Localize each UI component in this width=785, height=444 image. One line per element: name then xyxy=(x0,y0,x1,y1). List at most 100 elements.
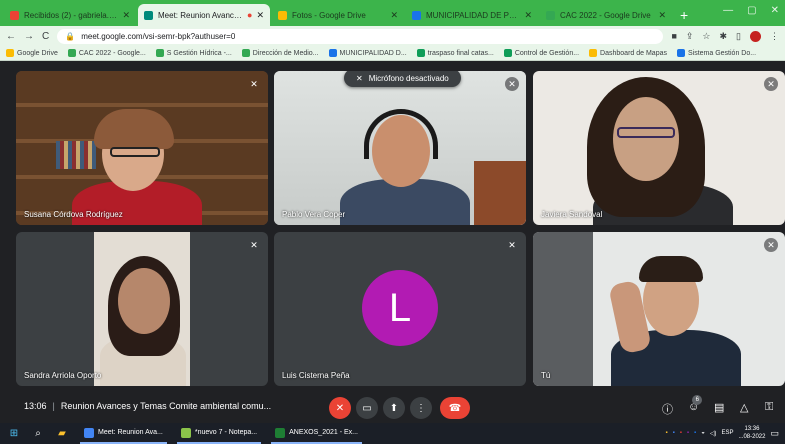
camera-toggle-button[interactable]: ▭ xyxy=(356,397,378,419)
minimize-icon[interactable]: — xyxy=(723,5,733,16)
bookmark-item[interactable]: Control de Gestión... xyxy=(503,49,580,57)
site-favicon-icon xyxy=(412,10,421,20)
gmail-favicon-icon xyxy=(10,10,19,20)
bookmark-item[interactable]: MUNICIPALIDAD D... xyxy=(328,49,407,57)
browser-tab-gmail[interactable]: Recibidos (2) - gabriela.ruiz@g... ✕ xyxy=(4,4,136,26)
present-screen-button[interactable]: ⬆ xyxy=(383,397,405,419)
bookmark-star-icon[interactable]: ☆ xyxy=(702,31,710,42)
participant-tile[interactable]: L ✕ Luis Cisterna Peña xyxy=(274,232,526,386)
close-tab-icon[interactable]: ✕ xyxy=(390,10,398,21)
windows-taskbar: ⊞ ⌕ ▰ Meet: Reunion Ava... *nuevo 7 - No… xyxy=(0,423,785,444)
notifications-icon[interactable]: ▭ xyxy=(770,428,779,439)
bookmark-item[interactable]: Dashboard de Mapas xyxy=(589,49,667,57)
reload-icon[interactable]: C xyxy=(42,31,49,42)
browser-tab-municipalidad[interactable]: MUNICIPALIDAD DE PEÑALOLÉN ✕ xyxy=(406,4,538,26)
host-controls-icon[interactable]: ⚿ xyxy=(765,401,773,414)
participant-name: Pablo Vera Coper xyxy=(282,210,346,219)
language-indicator[interactable]: ESP xyxy=(721,430,733,436)
participant-name: Luis Cisterna Peña xyxy=(282,371,350,380)
mic-muted-icon: ✕ xyxy=(764,77,778,91)
bookmark-label: Dirección de Medio... xyxy=(252,49,319,57)
participant-tile[interactable]: ✕ Javiera Sandoval xyxy=(533,71,785,225)
office-background xyxy=(533,232,593,386)
close-tab-icon[interactable]: ✕ xyxy=(122,10,130,21)
drive-favicon-icon xyxy=(278,10,287,20)
taskbar-app-label: *nuevo 7 - Notepa... xyxy=(194,429,258,436)
leave-call-button[interactable]: ☎ xyxy=(440,397,470,419)
self-video-tile[interactable]: ✕ Tú xyxy=(533,232,785,386)
close-tab-icon[interactable]: ✕ xyxy=(658,10,666,21)
search-icon[interactable]: ⌕ xyxy=(32,428,44,440)
participant-face xyxy=(613,97,679,181)
participant-tile[interactable]: ✕ Micrófono desactivado ✕ Pablo Vera Cop… xyxy=(274,71,526,225)
close-tab-icon[interactable]: ✕ xyxy=(256,10,264,21)
meeting-title[interactable]: Reunion Avances y Temas Comite ambiental… xyxy=(61,401,271,411)
meeting-details-icon[interactable]: ⓘ xyxy=(662,401,673,417)
bookmark-item[interactable]: Google Drive xyxy=(6,49,58,57)
chrome-icon xyxy=(84,427,94,438)
taskbar-app-notepad[interactable]: *nuevo 7 - Notepa... xyxy=(176,423,262,444)
site-icon xyxy=(328,49,337,57)
tray-app-icon[interactable]: ▪ xyxy=(687,430,689,436)
bookmark-item[interactable]: CAC 2022 - Google... xyxy=(67,49,146,57)
mic-off-icon: ✕ xyxy=(356,73,363,83)
drive-icon xyxy=(155,49,164,57)
tray-app-icon[interactable]: ▪ xyxy=(680,430,682,436)
maximize-icon[interactable]: ▢ xyxy=(747,5,756,16)
extensions-icon[interactable]: ✱ xyxy=(720,31,728,42)
tab-title: CAC 2022 - Google Drive xyxy=(560,10,651,20)
browser-tab-meet[interactable]: Meet: Reunion Avances y Te ● ✕ xyxy=(138,4,270,26)
bookmark-label: S Gestión Hídrica -... xyxy=(166,49,232,57)
books-decor xyxy=(56,141,96,169)
participant-tile[interactable]: ✕ Susana Córdova Rodríguez xyxy=(16,71,268,225)
meet-favicon-icon xyxy=(144,10,153,20)
participant-avatar: L xyxy=(362,270,438,346)
browser-toolbar: ← → C 🔒 meet.google.com/vsi-semr-bpk?aut… xyxy=(0,26,785,46)
browser-tab-cac-drive[interactable]: CAC 2022 - Google Drive ✕ xyxy=(540,4,672,26)
avatar-initial: L xyxy=(388,285,412,330)
forward-icon[interactable]: → xyxy=(24,31,34,42)
mic-muted-icon: ✕ xyxy=(250,79,258,89)
back-icon[interactable]: ← xyxy=(6,31,16,42)
bookmark-label: Control de Gestión... xyxy=(514,49,580,57)
bookmark-item[interactable]: Dirección de Medio... xyxy=(241,49,319,57)
profile-avatar[interactable] xyxy=(750,30,761,42)
sidepanel-icon[interactable]: ▯ xyxy=(736,31,741,42)
drive-icon xyxy=(241,49,250,57)
participant-name: Sandra Arriola Oporto xyxy=(24,371,102,380)
tray-app-icon[interactable]: ▪ xyxy=(694,430,696,436)
system-tray: ▪ ▪ ▪ ▪ ▪ ◒ ◁) ESP 13:36 ...08-2022 ▭ xyxy=(665,425,779,441)
new-tab-button[interactable]: + xyxy=(680,4,688,26)
address-bar[interactable]: 🔒 meet.google.com/vsi-semr-bpk?authuser=… xyxy=(57,28,664,44)
taskbar-app-chrome[interactable]: Meet: Reunion Ava... xyxy=(80,423,167,444)
camera-permission-icon[interactable]: ■ xyxy=(671,31,676,42)
participant-tile[interactable]: ✕ Sandra Arriola Oporto xyxy=(16,232,268,386)
clock-time: 13:36 xyxy=(744,426,760,432)
mic-toggle-button[interactable]: ✕ xyxy=(329,397,351,419)
system-clock[interactable]: 13:36 ...08-2022 xyxy=(738,425,765,441)
bookmark-item[interactable]: S Gestión Hídrica -... xyxy=(155,49,232,57)
activities-icon[interactable]: △ xyxy=(740,401,748,414)
more-options-button[interactable]: ⋮ xyxy=(410,397,432,419)
tray-app-icon[interactable]: ▪ xyxy=(673,430,675,436)
close-window-icon[interactable]: ✕ xyxy=(771,5,779,16)
chat-icon[interactable]: ▤ xyxy=(714,401,724,414)
window-controls: — ▢ ✕ xyxy=(723,5,779,16)
file-explorer-icon[interactable]: ▰ xyxy=(56,428,68,440)
lock-icon: 🔒 xyxy=(65,31,76,41)
bookmark-item[interactable]: Sistema Gestión Do... xyxy=(676,49,756,57)
people-button[interactable]: ☺ 6 xyxy=(688,395,703,413)
volume-icon[interactable]: ◁) xyxy=(710,430,717,437)
bookmark-item[interactable]: traspaso final catas... xyxy=(416,49,494,57)
share-icon[interactable]: ⇪ xyxy=(686,31,694,42)
meeting-info: 13:06 | Reunion Avances y Temas Comite amb… xyxy=(24,401,271,411)
menu-kebab-icon[interactable]: ⋮ xyxy=(770,31,779,42)
taskbar-app-excel[interactable]: ANEXOS_2021 - Ex... xyxy=(271,423,362,444)
browser-tab-drive-photos[interactable]: Fotos - Google Drive ✕ xyxy=(272,4,404,26)
network-icon[interactable]: ◒ xyxy=(701,430,705,436)
close-tab-icon[interactable]: ✕ xyxy=(524,10,532,21)
participant-face xyxy=(118,268,170,334)
windows-start-icon[interactable]: ⊞ xyxy=(8,428,20,440)
browser-tab-strip: Recibidos (2) - gabriela.ruiz@g... ✕ Mee… xyxy=(0,0,785,26)
tray-app-icon[interactable]: ▪ xyxy=(665,430,667,436)
